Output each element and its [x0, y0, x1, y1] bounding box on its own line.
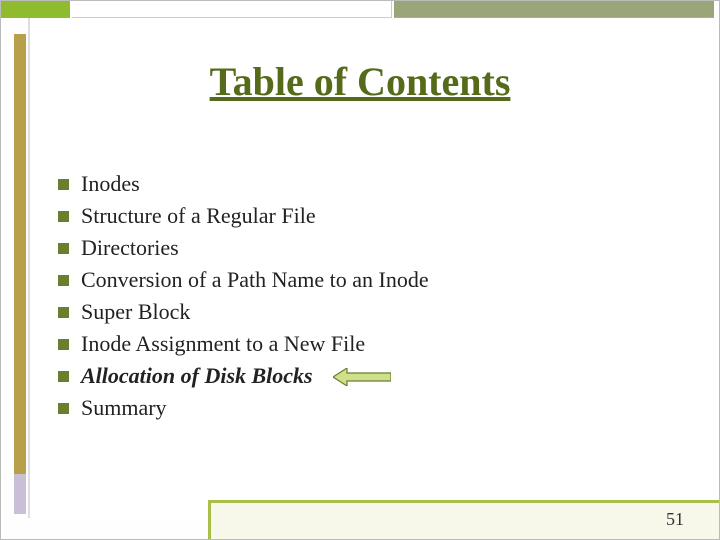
toc-list: Inodes Structure of a Regular File Direc…: [58, 170, 680, 426]
header-decoration: [0, 0, 720, 18]
toc-item-highlighted: Allocation of Disk Blocks: [58, 362, 680, 390]
bullet-icon: [58, 179, 69, 190]
header-block-olive: [394, 0, 714, 18]
left-strip-purple: [14, 474, 26, 514]
bullet-icon: [58, 275, 69, 286]
header-block-lime: [0, 0, 70, 18]
toc-item: Summary: [58, 394, 680, 422]
toc-item: Super Block: [58, 298, 680, 326]
bullet-icon: [58, 339, 69, 350]
page-number: 51: [666, 509, 684, 530]
toc-item: Conversion of a Path Name to an Inode: [58, 266, 680, 294]
toc-item: Inodes: [58, 170, 680, 198]
toc-item: Directories: [58, 234, 680, 262]
toc-item-label: Super Block: [81, 298, 190, 326]
toc-item-label: Conversion of a Path Name to an Inode: [81, 266, 429, 294]
bullet-icon: [58, 243, 69, 254]
slide-title: Table of Contents: [0, 58, 720, 105]
toc-item-label: Directories: [81, 234, 179, 262]
slide: Table of Contents Inodes Structure of a …: [0, 0, 720, 540]
bullet-icon: [58, 307, 69, 318]
toc-item-label: Inodes: [81, 170, 140, 198]
bullet-icon: [58, 211, 69, 222]
toc-item-label: Structure of a Regular File: [81, 202, 316, 230]
toc-item: Structure of a Regular File: [58, 202, 680, 230]
header-block-white: [72, 0, 392, 18]
toc-item: Inode Assignment to a New File: [58, 330, 680, 358]
bullet-icon: [58, 403, 69, 414]
toc-item-label: Inode Assignment to a New File: [81, 330, 365, 358]
toc-item-label: Allocation of Disk Blocks: [81, 362, 313, 390]
bullet-icon: [58, 371, 69, 382]
footer-frame: [208, 500, 720, 540]
toc-item-label: Summary: [81, 394, 167, 422]
